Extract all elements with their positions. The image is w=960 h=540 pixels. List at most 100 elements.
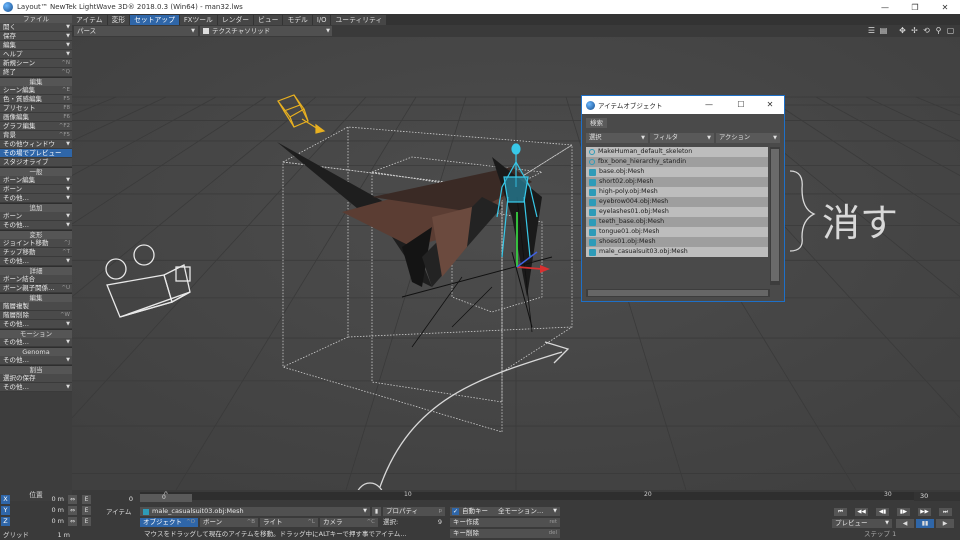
panel-button[interactable]: その場でプレビュー	[0, 149, 72, 158]
item-window-maximize-button[interactable]: ☐	[730, 96, 752, 114]
close-button[interactable]: ✕	[930, 0, 960, 14]
playback-button[interactable]: ◀◀	[855, 508, 868, 516]
panel-button[interactable]: その他… ▼	[0, 221, 72, 230]
item-type-button[interactable]: カメラ ^C	[320, 518, 378, 527]
pause-button[interactable]: ▮▮	[916, 519, 934, 528]
panel-button[interactable]: チップ移動 ^T	[0, 248, 72, 257]
panel-button[interactable]: 開く ▼	[0, 23, 72, 32]
view-type-select[interactable]: パース ▼	[74, 26, 198, 36]
preview-dropdown[interactable]: プレビュー ▼	[832, 519, 892, 528]
minimize-button[interactable]: —	[870, 0, 900, 14]
select-dropdown[interactable]: 選択 ▼	[586, 133, 648, 143]
hscroll-thumb[interactable]	[588, 290, 768, 296]
viewport[interactable]: 消す	[72, 37, 960, 490]
timeline-slider[interactable]: 0	[140, 494, 192, 502]
move-icon[interactable]: ✢	[909, 26, 920, 36]
render-mode-extra-dropdown[interactable]: ▼	[322, 26, 332, 36]
link-icon[interactable]: ⇔	[68, 517, 77, 526]
panel-button[interactable]: その他… ▼	[0, 356, 72, 365]
create-key-button[interactable]: キー作成 ret	[450, 518, 560, 527]
menu-tab[interactable]: 変形	[107, 15, 130, 25]
panel-button[interactable]: ジョイント移動 ^J	[0, 239, 72, 248]
menu-tab[interactable]: ビュー	[254, 15, 283, 25]
end-frame-field[interactable]: 30	[914, 492, 960, 501]
list-icon[interactable]: ☰	[866, 26, 877, 36]
axis-y-value[interactable]: 0 m	[12, 506, 64, 515]
panel-button[interactable]: その他… ▼	[0, 338, 72, 347]
panel-button[interactable]: シーン編集 ^E	[0, 86, 72, 95]
list-item[interactable]: fbx_bone_hierarchy_standin	[586, 157, 768, 167]
render-mode-select[interactable]: テクスチャソリッド ▼	[200, 26, 330, 36]
panel-button[interactable]: グラフ編集 ^F2	[0, 122, 72, 131]
panel-button[interactable]: その他… ▼	[0, 194, 72, 203]
panel-button[interactable]: その他ウィンドウ ▼	[0, 140, 72, 149]
panel-button[interactable]: 保存 ▼	[0, 32, 72, 41]
panel-button[interactable]: その他… ▼	[0, 383, 72, 392]
zoom-icon[interactable]: ⚲	[933, 26, 944, 36]
item-type-button[interactable]: オブジェクト ^O	[140, 518, 198, 527]
panel-button[interactable]: 背景 ^F5	[0, 131, 72, 140]
menu-tab[interactable]: セットアップ	[130, 15, 179, 25]
menu-tab[interactable]: I/O	[312, 15, 331, 25]
panel-button[interactable]: 階層削除 ^W	[0, 311, 72, 320]
panel-button[interactable]: 終了 ^Q	[0, 68, 72, 77]
panel-button[interactable]: ボーン親子関係… ^U	[0, 284, 72, 293]
maximize-icon[interactable]: ▢	[945, 26, 956, 36]
list-item[interactable]: eyelashes01.obj:Mesh	[586, 207, 768, 217]
panel-button[interactable]: その他… ▼	[0, 257, 72, 266]
search-button[interactable]: 検索	[586, 118, 607, 128]
playback-button[interactable]: ◀▮	[876, 508, 889, 516]
panel-button[interactable]: ボーン結合	[0, 275, 72, 284]
maximize-button[interactable]: ❐	[900, 0, 930, 14]
timeline-track[interactable]: 0 10 20 30	[140, 491, 930, 500]
item-window-minimize-button[interactable]: —	[698, 96, 720, 114]
link-icon[interactable]: ⇔	[68, 495, 77, 504]
current-item-select[interactable]: male_casualsuit03.obj:Mesh ▼	[140, 507, 370, 516]
axis-x-value[interactable]: 0 m	[12, 495, 64, 504]
item-list-vscrollbar[interactable]	[770, 147, 780, 285]
playback-button[interactable]: ⏭	[939, 508, 952, 516]
panel-button[interactable]: プリセット F8	[0, 104, 72, 113]
panel-button[interactable]: その他… ▼	[0, 320, 72, 329]
playback-button[interactable]: ⏮	[834, 508, 847, 516]
panel-button[interactable]: 画像編集 F6	[0, 113, 72, 122]
list-item[interactable]: high-poly.obj:Mesh	[586, 187, 768, 197]
panel-button[interactable]: 編集 ▼	[0, 41, 72, 50]
list-item[interactable]: male_casualsuit03.obj:Mesh	[586, 247, 768, 257]
list-item[interactable]: eyebrow004.obj:Mesh	[586, 197, 768, 207]
item-type-button[interactable]: ボーン ^B	[200, 518, 258, 527]
panel-button[interactable]: 階層複製	[0, 302, 72, 311]
pan-icon[interactable]: ✥	[897, 26, 908, 36]
panel-button[interactable]: ボーン ▼	[0, 212, 72, 221]
properties-button[interactable]: プロパティ p	[383, 507, 445, 516]
auto-key-toggle[interactable]: ✓ 自動キー 全モーション… ▼	[450, 507, 560, 516]
play-button[interactable]: ▶	[936, 519, 954, 528]
item-window-titlebar[interactable]: アイテムオブジェクト — ☐ ✕	[582, 96, 784, 114]
menu-tab[interactable]: ユーティリティ	[331, 15, 387, 25]
panel-button[interactable]: 新規シーン ^N	[0, 59, 72, 68]
list-item[interactable]: base.obj:Mesh	[586, 167, 768, 177]
menu-tab[interactable]: FXツール	[179, 15, 217, 25]
list-item[interactable]: tongue01.obj:Mesh	[586, 227, 768, 237]
panel-button[interactable]: ボーン ▼	[0, 185, 72, 194]
list-item[interactable]: shoes01.obj:Mesh	[586, 237, 768, 247]
panel-button[interactable]: スタジオライブ	[0, 158, 72, 167]
item-window-close-button[interactable]: ✕	[759, 96, 781, 114]
item-extra-button[interactable]: ▮	[372, 507, 381, 516]
playback-button[interactable]: ▮▶	[897, 508, 910, 516]
menu-tab[interactable]: モデル	[283, 15, 312, 25]
item-list-hscrollbar[interactable]	[586, 289, 770, 297]
list-item[interactable]: MakeHuman_default_skeleton	[586, 147, 768, 157]
action-dropdown[interactable]: アクション ▼	[716, 133, 780, 143]
rotate-icon[interactable]: ⟲	[921, 26, 932, 36]
axis-z-value[interactable]: 0 m	[12, 517, 64, 526]
options-icon[interactable]: ▤	[878, 26, 889, 36]
item-type-button[interactable]: ライト ^L	[260, 518, 318, 527]
panel-button[interactable]: ボーン編集 ▼	[0, 176, 72, 185]
link-icon[interactable]: ⇔	[68, 506, 77, 515]
edit-button[interactable]: E	[82, 517, 91, 526]
vscroll-thumb[interactable]	[771, 149, 779, 281]
step-field[interactable]: ステップ 1	[832, 530, 957, 539]
menu-tab[interactable]: アイテム	[72, 15, 107, 25]
playback-button[interactable]: ▶▶	[918, 508, 931, 516]
